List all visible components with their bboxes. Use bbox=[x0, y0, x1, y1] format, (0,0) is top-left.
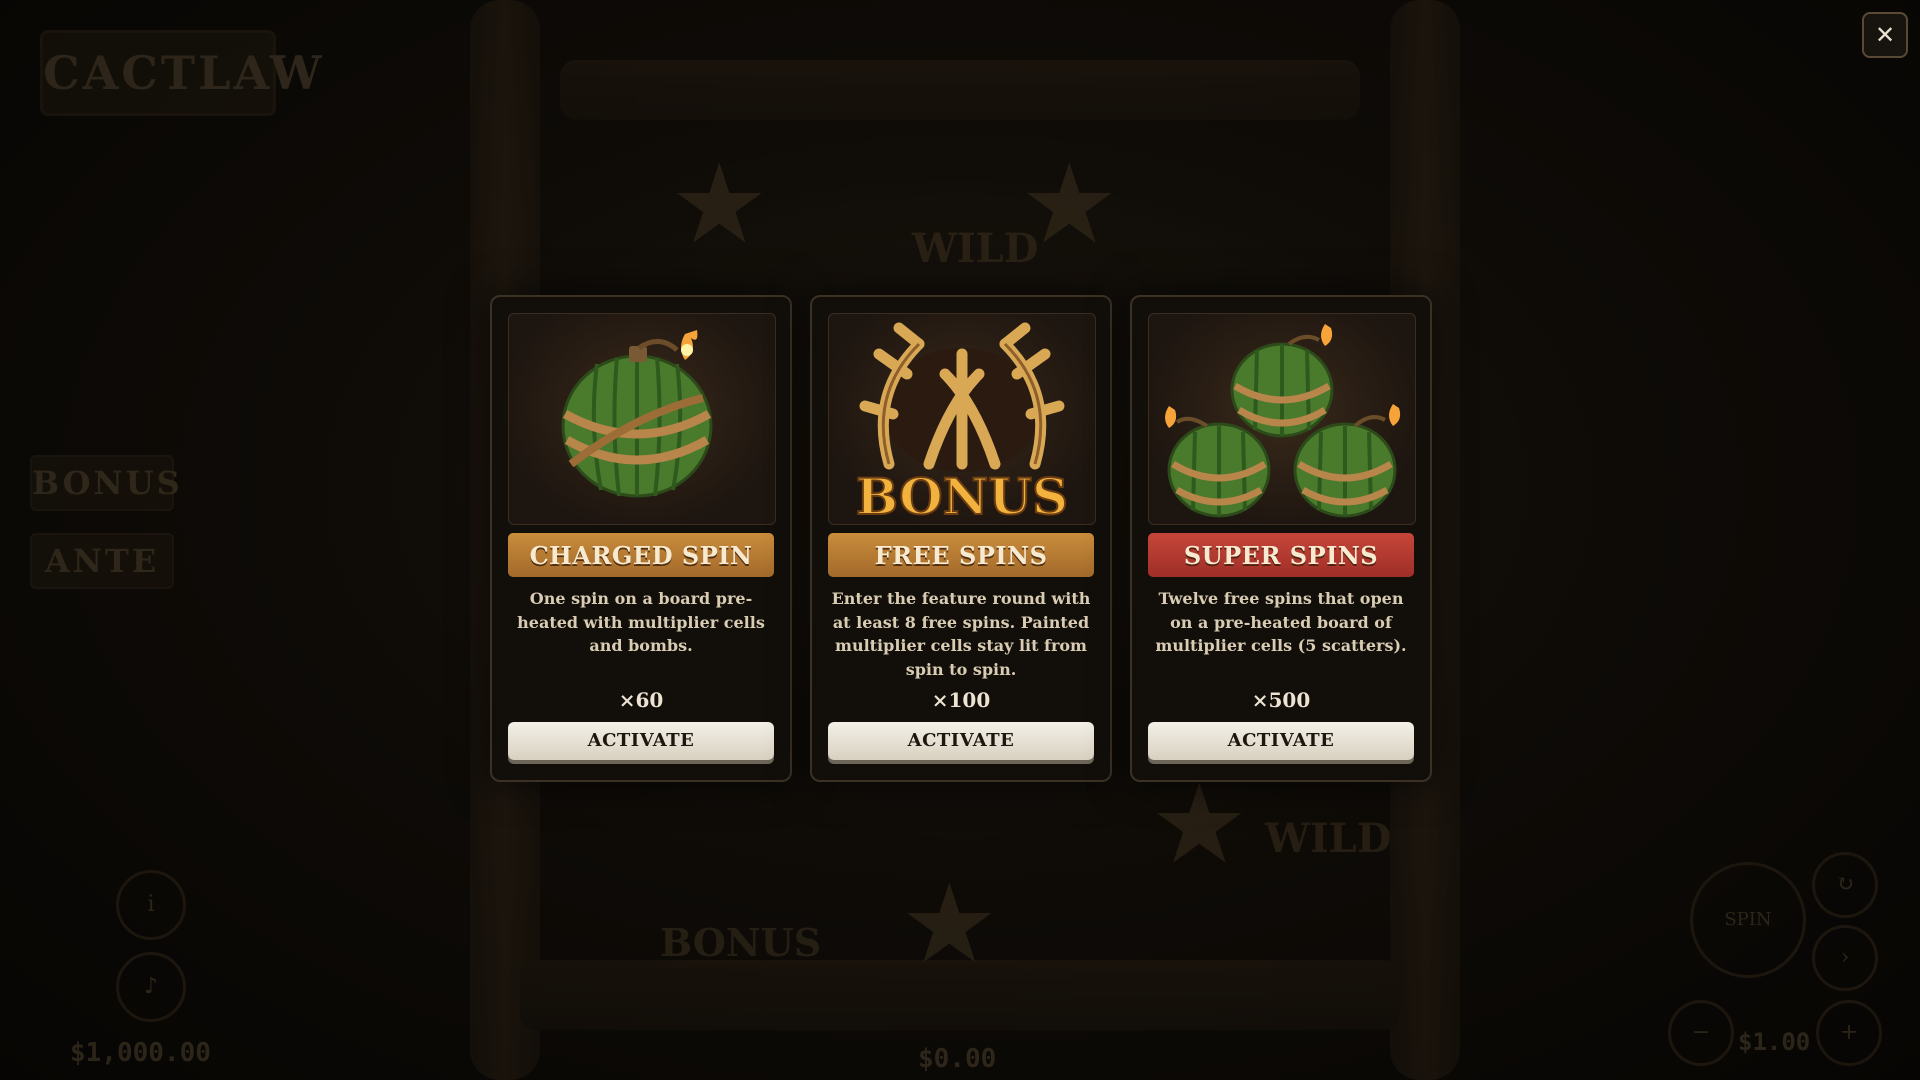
antler-bonus-art: BONUS bbox=[828, 313, 1096, 525]
close-icon: ✕ bbox=[1874, 21, 1896, 49]
card-title: FREE SPINS bbox=[828, 533, 1094, 577]
triple-cactus-bomb-icon bbox=[1165, 324, 1401, 518]
activate-button[interactable]: ACTIVATE bbox=[1148, 722, 1414, 760]
card-price: ×500 bbox=[1251, 688, 1311, 712]
activate-button[interactable]: ACTIVATE bbox=[508, 722, 774, 760]
cactus-bomb-icon bbox=[561, 330, 713, 498]
card-price: ×100 bbox=[931, 688, 991, 712]
game-screen: CACTLAW BONUS ANTE ★ ★ ★ ★ WILD WILD BON… bbox=[0, 0, 1920, 1080]
activate-button[interactable]: ACTIVATE bbox=[828, 722, 1094, 760]
antler-bonus-icon: BONUS bbox=[855, 322, 1069, 524]
card-price: ×60 bbox=[618, 688, 664, 712]
triple-cactus-bomb-art bbox=[1148, 313, 1416, 525]
close-button[interactable]: ✕ bbox=[1862, 12, 1908, 58]
feature-card-super-spins: SUPER SPINS Twelve free spins that open … bbox=[1130, 295, 1432, 782]
card-title: SUPER SPINS bbox=[1148, 533, 1414, 577]
cactus-bomb-art bbox=[508, 313, 776, 525]
card-description: Enter the feature round with at least 8 … bbox=[831, 589, 1091, 679]
feature-card-free-spins: BONUS FREE SPINS Enter the feature round… bbox=[810, 295, 1112, 782]
card-description: Twelve free spins that open on a pre-hea… bbox=[1155, 589, 1407, 655]
card-description: One spin on a board pre-heated with mult… bbox=[517, 589, 765, 655]
card-title: CHARGED SPIN bbox=[508, 533, 774, 577]
bonus-art-text: BONUS bbox=[856, 467, 1068, 524]
feature-card-charged-spin: CHARGED SPIN One spin on a board pre-hea… bbox=[490, 295, 792, 782]
